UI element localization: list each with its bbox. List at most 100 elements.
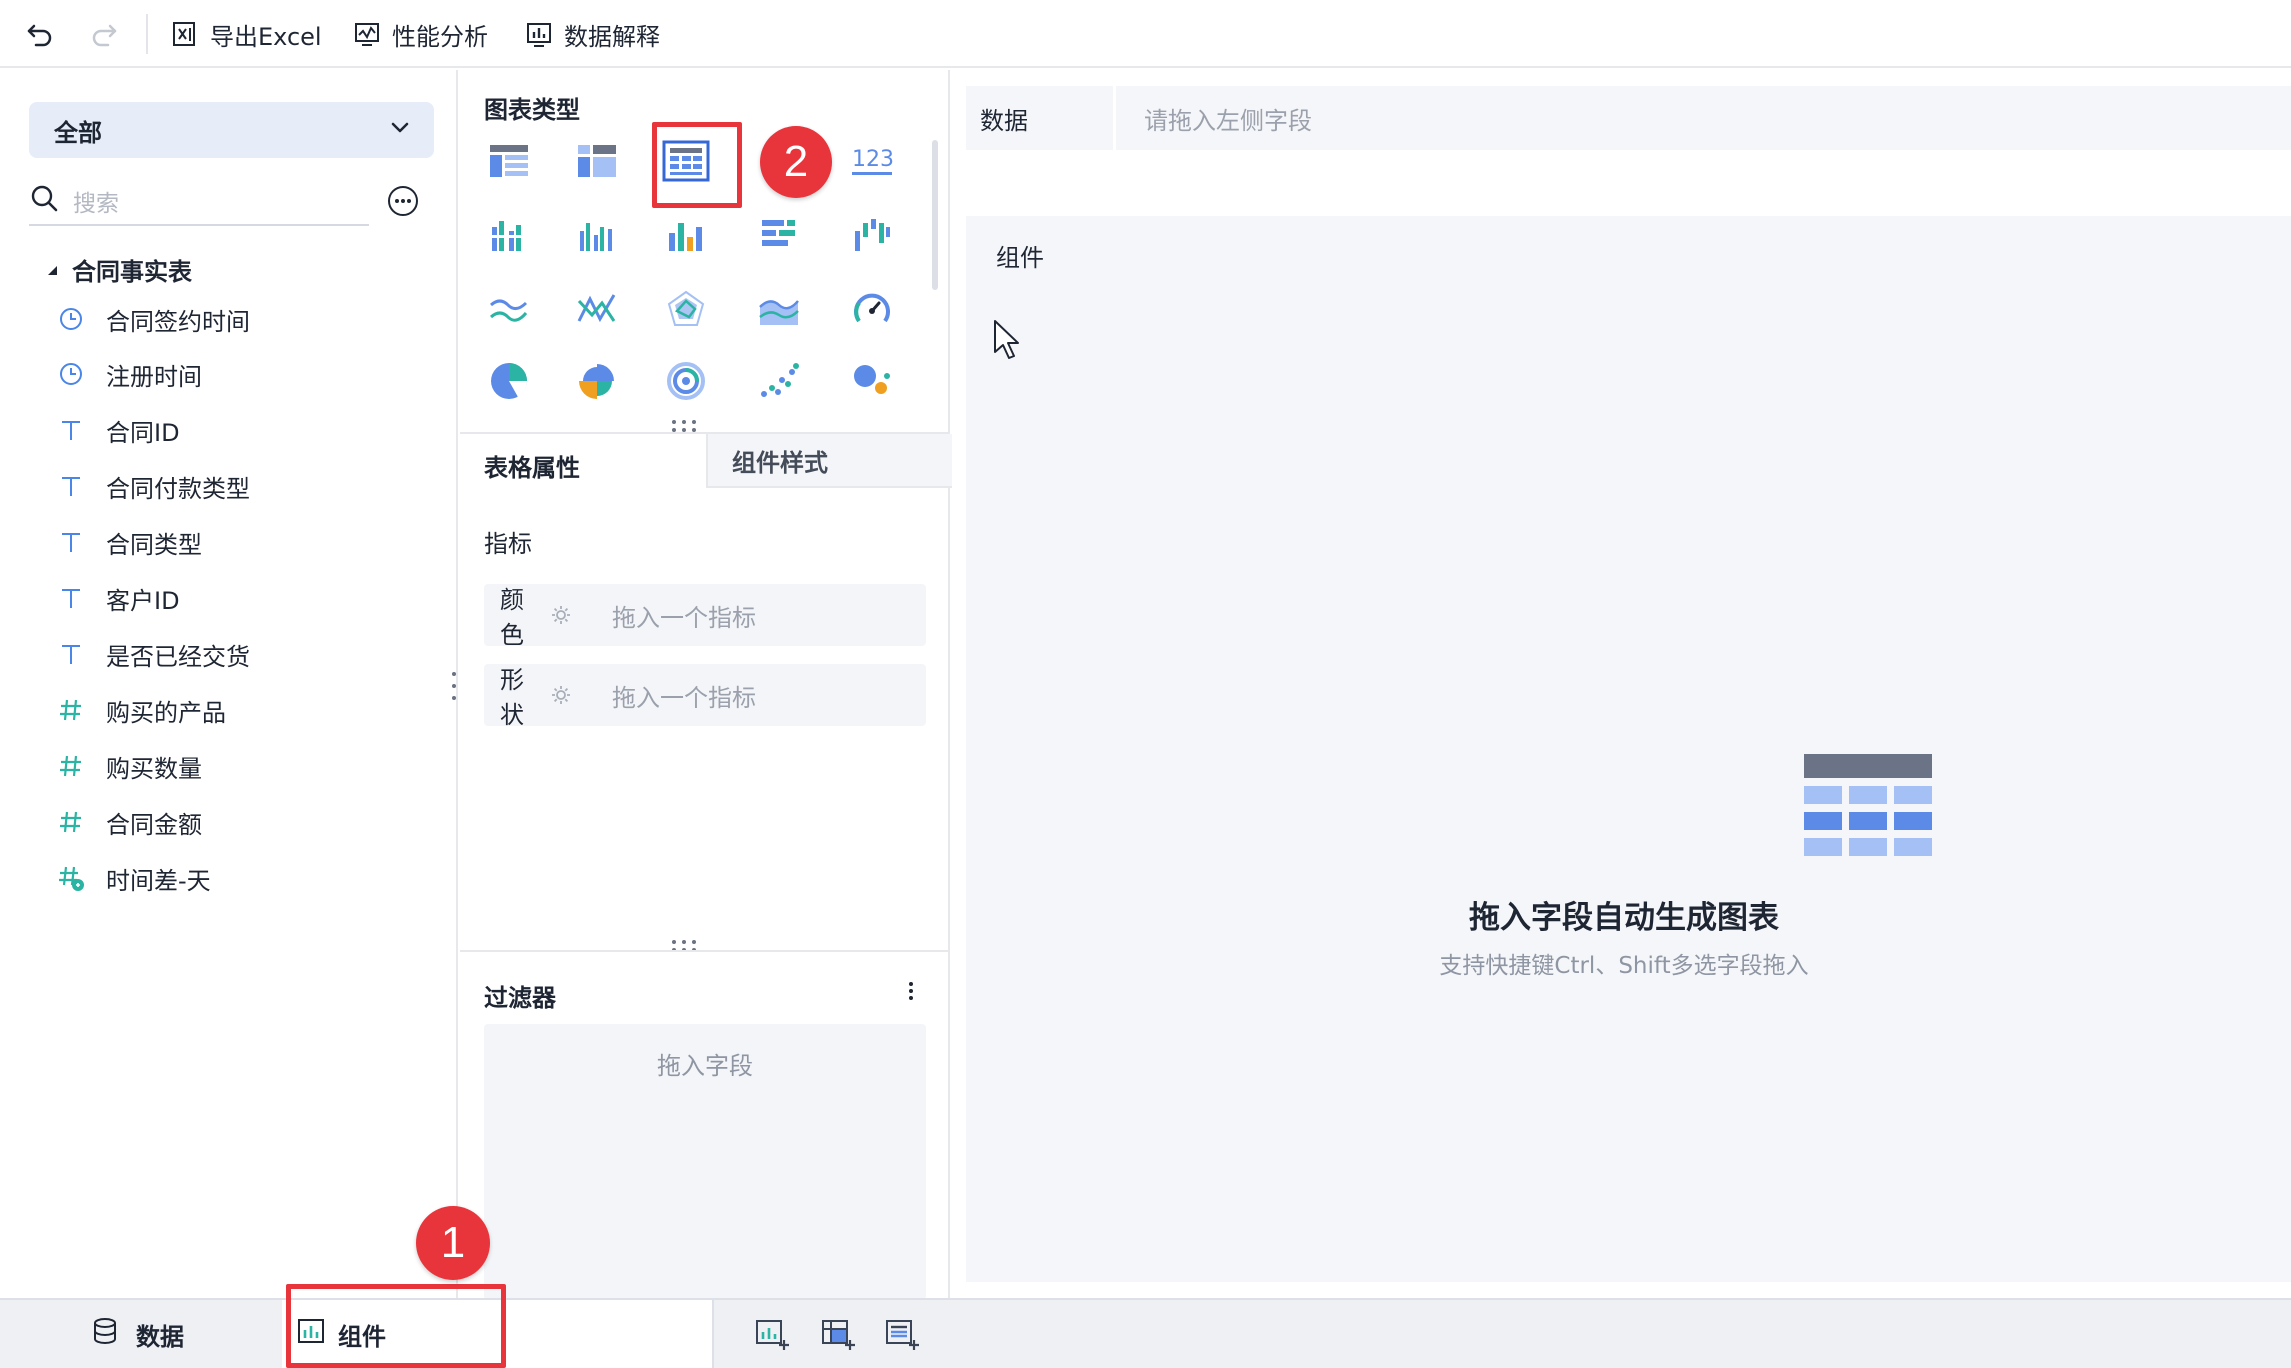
caret-down-icon <box>46 256 60 284</box>
text-type-icon <box>56 415 86 445</box>
field-label: 客户ID <box>106 586 180 615</box>
field-item[interactable]: 是否已经交货 <box>56 634 250 674</box>
text-type-icon <box>56 471 86 501</box>
empty-state-subtitle: 支持快捷键Ctrl、Shift多选字段拖入 <box>1439 953 1809 979</box>
number-type-icon <box>56 695 86 725</box>
mouse-cursor-icon <box>992 318 1022 360</box>
color-bar-icon[interactable] <box>657 206 715 264</box>
gear-icon[interactable] <box>550 604 572 626</box>
toolbar-separator <box>146 14 148 54</box>
search-input[interactable]: 搜索 <box>73 184 119 218</box>
filter-title: 过滤器 <box>484 984 556 1012</box>
field-label: 购买数量 <box>106 754 202 783</box>
component-tab-highlight <box>286 1284 506 1368</box>
step-callout-2: 2 <box>760 126 832 198</box>
cross-table-icon[interactable] <box>568 132 626 190</box>
add-cross-table-icon[interactable] <box>818 1314 858 1354</box>
field-item[interactable]: 购买的产品 <box>56 690 226 730</box>
search-icon <box>29 183 59 219</box>
data-fields-panel: 全部 搜索 合同事实表 合同签约时间 注册时间 合同ID 合同付款类型 合同类型 <box>0 70 464 1298</box>
calculated-number-icon <box>56 863 86 893</box>
performance-label: 性能分析 <box>392 22 488 51</box>
chart-canvas: 数据 请拖入左侧字段 组件 拖入字段自动生成图表 支持快捷键Ctrl、Shift… <box>952 70 2291 1298</box>
gauge-icon[interactable] <box>843 280 901 338</box>
field-label: 合同类型 <box>106 530 202 559</box>
pie-icon[interactable] <box>480 352 538 410</box>
field-item[interactable]: 时间差-天 <box>56 858 211 898</box>
field-item[interactable]: 合同类型 <box>56 522 202 562</box>
svg-text:123: 123 <box>852 147 894 172</box>
selected-chart-highlight <box>652 122 742 208</box>
field-label: 合同签约时间 <box>106 307 250 336</box>
text-type-icon <box>56 583 86 613</box>
data-row-hint: 请拖入左侧字段 <box>1144 106 1312 135</box>
data-row-label: 数据 <box>966 86 1116 150</box>
bottom-tab-data-label: 数据 <box>136 1322 184 1351</box>
add-chart-icon[interactable] <box>752 1314 792 1354</box>
add-detail-table-icon[interactable] <box>882 1314 922 1354</box>
number-type-icon <box>56 807 86 837</box>
field-search[interactable]: 搜索 <box>29 178 369 226</box>
clock-icon <box>56 304 86 334</box>
component-preview-area[interactable]: 组件 拖入字段自动生成图表 支持快捷键Ctrl、Shift多选字段拖入 <box>966 216 2291 1282</box>
metrics-label: 指标 <box>484 530 532 558</box>
export-excel-button[interactable]: 导出Excel <box>170 14 322 54</box>
table-name: 合同事实表 <box>72 258 192 286</box>
redo-icon <box>84 14 124 54</box>
bubble-icon[interactable] <box>843 352 901 410</box>
shape-label: 形状 <box>500 666 524 729</box>
scatter-line-icon[interactable] <box>568 280 626 338</box>
shape-drop-zone[interactable]: 形状 拖入一个指标 <box>484 664 926 729</box>
clock-icon <box>56 359 86 389</box>
step-callout-1: 1 <box>416 1206 490 1280</box>
field-item[interactable]: 客户ID <box>56 578 180 618</box>
excel-icon <box>170 14 200 54</box>
color-drop-zone[interactable]: 颜色 拖入一个指标 <box>484 584 926 649</box>
multi-ring-icon[interactable] <box>657 352 715 410</box>
filter-section: 过滤器 拖入字段 <box>460 950 950 1300</box>
data-drop-row[interactable]: 数据 请拖入左侧字段 <box>966 86 2291 150</box>
horizontal-bar-icon[interactable] <box>750 206 808 264</box>
table-placeholder-icon <box>1804 754 1932 866</box>
performance-analysis-button[interactable]: 性能分析 <box>352 14 488 54</box>
data-explain-button[interactable]: 数据解释 <box>524 14 660 54</box>
field-item[interactable]: 购买数量 <box>56 746 202 786</box>
gear-icon[interactable] <box>550 684 572 706</box>
bottom-tab-data[interactable]: 数据 <box>90 1312 184 1356</box>
scope-select[interactable]: 全部 <box>29 102 434 158</box>
field-item[interactable]: 合同付款类型 <box>56 466 250 506</box>
grouped-bar-icon[interactable] <box>480 206 538 264</box>
multi-bar-icon[interactable] <box>568 206 626 264</box>
color-drop-hint: 拖入一个指标 <box>612 603 756 632</box>
line-icon[interactable] <box>480 280 538 338</box>
waterfall-bar-icon[interactable] <box>843 206 901 264</box>
field-label: 合同ID <box>106 418 180 447</box>
field-item[interactable]: 合同ID <box>56 410 180 450</box>
undo-button[interactable] <box>20 14 60 54</box>
field-item[interactable]: 合同金额 <box>56 802 202 842</box>
tab-component-style[interactable]: 组件样式 <box>706 434 952 488</box>
field-item[interactable]: 注册时间 <box>56 354 202 394</box>
radar-icon[interactable] <box>657 280 715 338</box>
export-excel-label: 导出Excel <box>210 22 322 51</box>
scatter-icon[interactable] <box>750 352 808 410</box>
vertical-more-icon[interactable] <box>896 976 926 1006</box>
group-table-icon[interactable] <box>480 132 538 190</box>
component-label: 组件 <box>996 244 1044 272</box>
area-icon[interactable] <box>750 280 808 338</box>
chart-config-panel: 图表类型 123 2 表格属性 组件样式 指标 颜色 拖入一个指标 形状 拖入一… <box>460 70 952 1300</box>
redo-button[interactable] <box>84 14 124 54</box>
field-item[interactable]: 合同签约时间 <box>56 299 250 339</box>
chart-type-scrollbar[interactable] <box>932 140 938 290</box>
rose-pie-icon[interactable] <box>568 352 626 410</box>
data-explain-label: 数据解释 <box>564 22 660 51</box>
kpi-123-icon[interactable]: 123 <box>843 132 901 190</box>
tab-table-properties[interactable]: 表格属性 <box>484 448 580 483</box>
undo-icon <box>20 14 60 54</box>
text-type-icon <box>56 527 86 557</box>
field-label: 时间差-天 <box>106 866 211 895</box>
field-label: 是否已经交货 <box>106 642 250 671</box>
table-node[interactable]: 合同事实表 <box>46 252 192 287</box>
more-options-icon[interactable] <box>386 184 420 218</box>
filter-drop-zone[interactable]: 拖入字段 <box>484 1024 926 1300</box>
